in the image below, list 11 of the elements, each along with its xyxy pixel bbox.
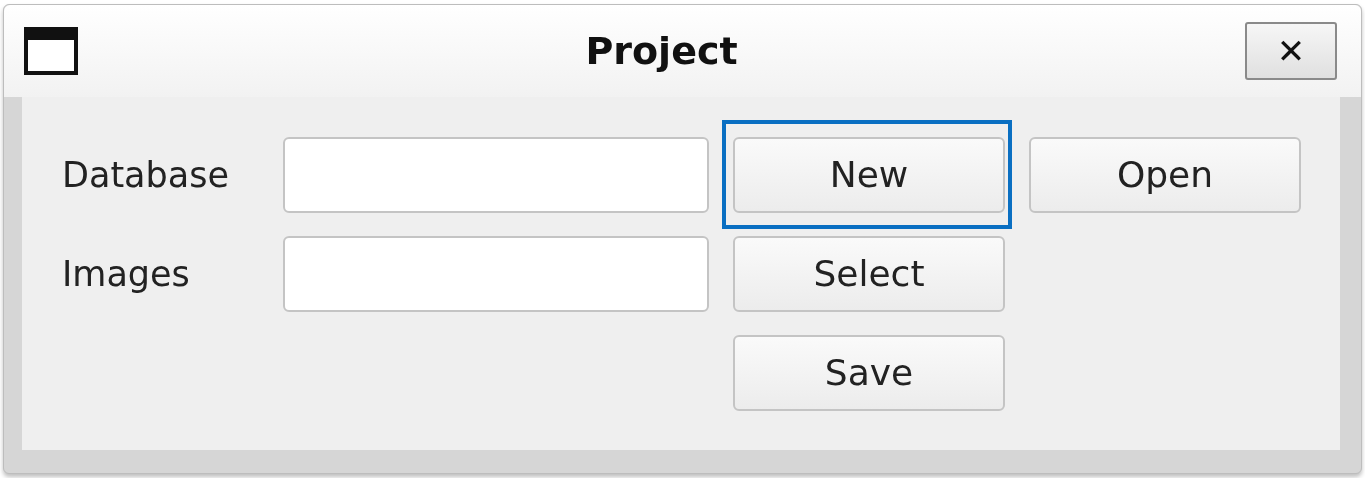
input-field[interactable] (283, 137, 709, 213)
field-label: Database (62, 153, 229, 197)
push-button[interactable]: Open (1029, 137, 1301, 213)
window-title: Project (585, 27, 738, 75)
input-field[interactable] (283, 236, 709, 312)
window-icon (24, 27, 78, 75)
close-button[interactable]: ✕ (1245, 22, 1337, 80)
push-button[interactable]: Save (733, 335, 1005, 411)
field-label: Images (62, 252, 190, 296)
push-button[interactable]: Select (733, 236, 1005, 312)
push-button[interactable]: New (733, 137, 1005, 213)
